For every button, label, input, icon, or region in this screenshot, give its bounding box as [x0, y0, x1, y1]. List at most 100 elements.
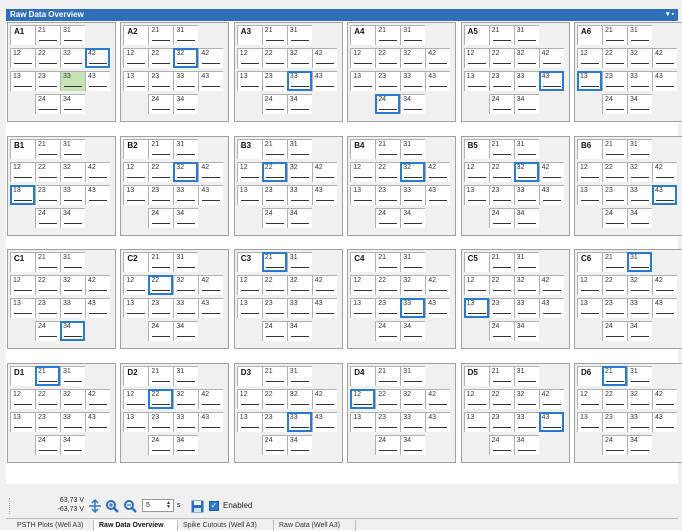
electrode-cell-34[interactable]: 34 [60, 94, 85, 114]
well-a5[interactable]: A5 21 31 12 22 32 42 13 23 33 43 24 34 [460, 22, 570, 122]
electrode-cell-43[interactable]: 43 [311, 411, 337, 432]
electrode-cell-12[interactable]: 12 [463, 48, 489, 68]
electrode-cell-34[interactable]: 34 [513, 207, 539, 228]
electrode-cell-42[interactable]: 42 [85, 275, 110, 295]
electrode-cell-33[interactable]: 33 [513, 411, 539, 432]
well-c3[interactable]: C3 21 31 12 22 32 42 13 23 33 43 24 34 [233, 249, 343, 349]
stepper-arrows-icon[interactable]: ▲ ▼ [165, 501, 172, 510]
electrode-cell-24[interactable]: 24 [375, 321, 401, 341]
electrode-cell-24[interactable]: 24 [148, 207, 174, 228]
electrode-cell-42[interactable]: 42 [85, 161, 110, 182]
electrode-cell-33[interactable]: 33 [400, 411, 426, 432]
electrode-cell-43[interactable]: 43 [311, 298, 337, 318]
save-icon[interactable] [190, 499, 204, 513]
electrode-cell-31[interactable]: 31 [60, 138, 85, 159]
electrode-cell-32[interactable]: 32 [60, 275, 85, 295]
electrode-cell-33[interactable]: 33 [400, 184, 426, 205]
electrode-cell-12[interactable]: 12 [10, 388, 35, 409]
electrode-cell-34[interactable]: 34 [286, 434, 312, 455]
electrode-cell-42[interactable]: 42 [652, 388, 677, 409]
electrode-cell-23[interactable]: 23 [488, 184, 514, 205]
electrode-cell-31[interactable]: 31 [513, 138, 539, 159]
electrode-cell-22[interactable]: 22 [488, 388, 514, 409]
electrode-cell-43[interactable]: 43 [538, 411, 564, 432]
electrode-cell-32[interactable]: 32 [513, 388, 539, 409]
electrode-cell-33[interactable]: 33 [286, 411, 312, 432]
electrode-cell-32[interactable]: 32 [173, 275, 199, 295]
electrode-cell-34[interactable]: 34 [627, 321, 652, 341]
electrode-cell-21[interactable]: 21 [488, 365, 514, 386]
electrode-cell-12[interactable]: 12 [236, 48, 262, 68]
electrode-cell-32[interactable]: 32 [286, 388, 312, 409]
electrode-cell-23[interactable]: 23 [488, 71, 514, 91]
electrode-cell-32[interactable]: 32 [173, 388, 199, 409]
electrode-cell-31[interactable]: 31 [173, 365, 199, 386]
electrode-cell-23[interactable]: 23 [488, 411, 514, 432]
electrode-cell-31[interactable]: 31 [400, 365, 426, 386]
zoom-in-icon[interactable] [105, 499, 119, 513]
electrode-cell-33[interactable]: 33 [173, 71, 199, 91]
electrode-cell-33[interactable]: 33 [513, 71, 539, 91]
electrode-cell-34[interactable]: 34 [513, 94, 539, 114]
electrode-cell-43[interactable]: 43 [198, 411, 224, 432]
electrode-cell-21[interactable]: 21 [488, 25, 514, 45]
electrode-cell-24[interactable]: 24 [261, 321, 287, 341]
electrode-cell-42[interactable]: 42 [425, 275, 451, 295]
well-b4[interactable]: B4 21 31 12 22 32 42 13 23 33 43 24 34 [347, 135, 457, 236]
electrode-cell-34[interactable]: 34 [60, 434, 85, 455]
electrode-cell-12[interactable]: 12 [463, 275, 489, 295]
electrode-cell-24[interactable]: 24 [148, 321, 174, 341]
electrode-cell-34[interactable]: 34 [173, 434, 199, 455]
electrode-cell-21[interactable]: 21 [148, 252, 174, 272]
electrode-cell-42[interactable]: 42 [198, 161, 224, 182]
electrode-cell-32[interactable]: 32 [400, 48, 426, 68]
well-c1[interactable]: C1 21 31 12 22 32 42 13 23 33 43 24 34 [7, 249, 116, 349]
electrode-cell-34[interactable]: 34 [400, 321, 426, 341]
electrode-cell-31[interactable]: 31 [627, 365, 652, 386]
electrode-cell-42[interactable]: 42 [538, 275, 564, 295]
electrode-cell-13[interactable]: 13 [577, 71, 602, 91]
electrode-cell-33[interactable]: 33 [627, 71, 652, 91]
electrode-cell-33[interactable]: 33 [173, 298, 199, 318]
electrode-cell-13[interactable]: 13 [350, 184, 376, 205]
electrode-cell-32[interactable]: 32 [513, 48, 539, 68]
electrode-cell-32[interactable]: 32 [286, 161, 312, 182]
electrode-cell-24[interactable]: 24 [488, 94, 514, 114]
electrode-cell-43[interactable]: 43 [425, 184, 451, 205]
electrode-cell-24[interactable]: 24 [375, 434, 401, 455]
electrode-cell-12[interactable]: 12 [577, 48, 602, 68]
electrode-cell-24[interactable]: 24 [602, 207, 627, 228]
electrode-cell-32[interactable]: 32 [173, 161, 199, 182]
electrode-cell-34[interactable]: 34 [400, 207, 426, 228]
electrode-cell-23[interactable]: 23 [148, 71, 174, 91]
electrode-cell-33[interactable]: 33 [400, 298, 426, 318]
electrode-cell-31[interactable]: 31 [286, 252, 312, 272]
electrode-cell-23[interactable]: 23 [35, 298, 60, 318]
well-b6[interactable]: B6 21 31 12 22 32 42 13 23 33 43 24 34 [574, 135, 682, 236]
electrode-cell-21[interactable]: 21 [602, 25, 627, 45]
electrode-cell-42[interactable]: 42 [425, 48, 451, 68]
electrode-cell-13[interactable]: 13 [123, 71, 149, 91]
well-c6[interactable]: C6 21 31 12 22 32 42 13 23 33 43 24 34 [574, 249, 682, 349]
electrode-cell-23[interactable]: 23 [35, 184, 60, 205]
electrode-cell-32[interactable]: 32 [627, 48, 652, 68]
tab-raw-data-well-a3[interactable]: Raw Data (Well A3) [274, 520, 356, 531]
pin-icon[interactable]: ▾ ▪ [666, 9, 674, 21]
electrode-cell-34[interactable]: 34 [513, 321, 539, 341]
electrode-cell-21[interactable]: 21 [261, 365, 287, 386]
electrode-cell-21[interactable]: 21 [35, 138, 60, 159]
electrode-cell-21[interactable]: 21 [35, 365, 60, 386]
electrode-cell-22[interactable]: 22 [375, 275, 401, 295]
electrode-cell-33[interactable]: 33 [513, 184, 539, 205]
electrode-cell-12[interactable]: 12 [123, 275, 149, 295]
tab-psth-plots-well-a3[interactable]: PSTH Plots (Well A3) [12, 520, 94, 531]
electrode-cell-34[interactable]: 34 [286, 94, 312, 114]
electrode-cell-34[interactable]: 34 [60, 207, 85, 228]
electrode-cell-33[interactable]: 33 [627, 298, 652, 318]
electrode-cell-21[interactable]: 21 [261, 25, 287, 45]
electrode-cell-32[interactable]: 32 [513, 161, 539, 182]
electrode-cell-32[interactable]: 32 [400, 275, 426, 295]
well-d5[interactable]: D5 21 31 12 22 32 42 13 23 33 43 24 34 [460, 362, 570, 463]
electrode-cell-23[interactable]: 23 [148, 298, 174, 318]
electrode-cell-21[interactable]: 21 [375, 252, 401, 272]
